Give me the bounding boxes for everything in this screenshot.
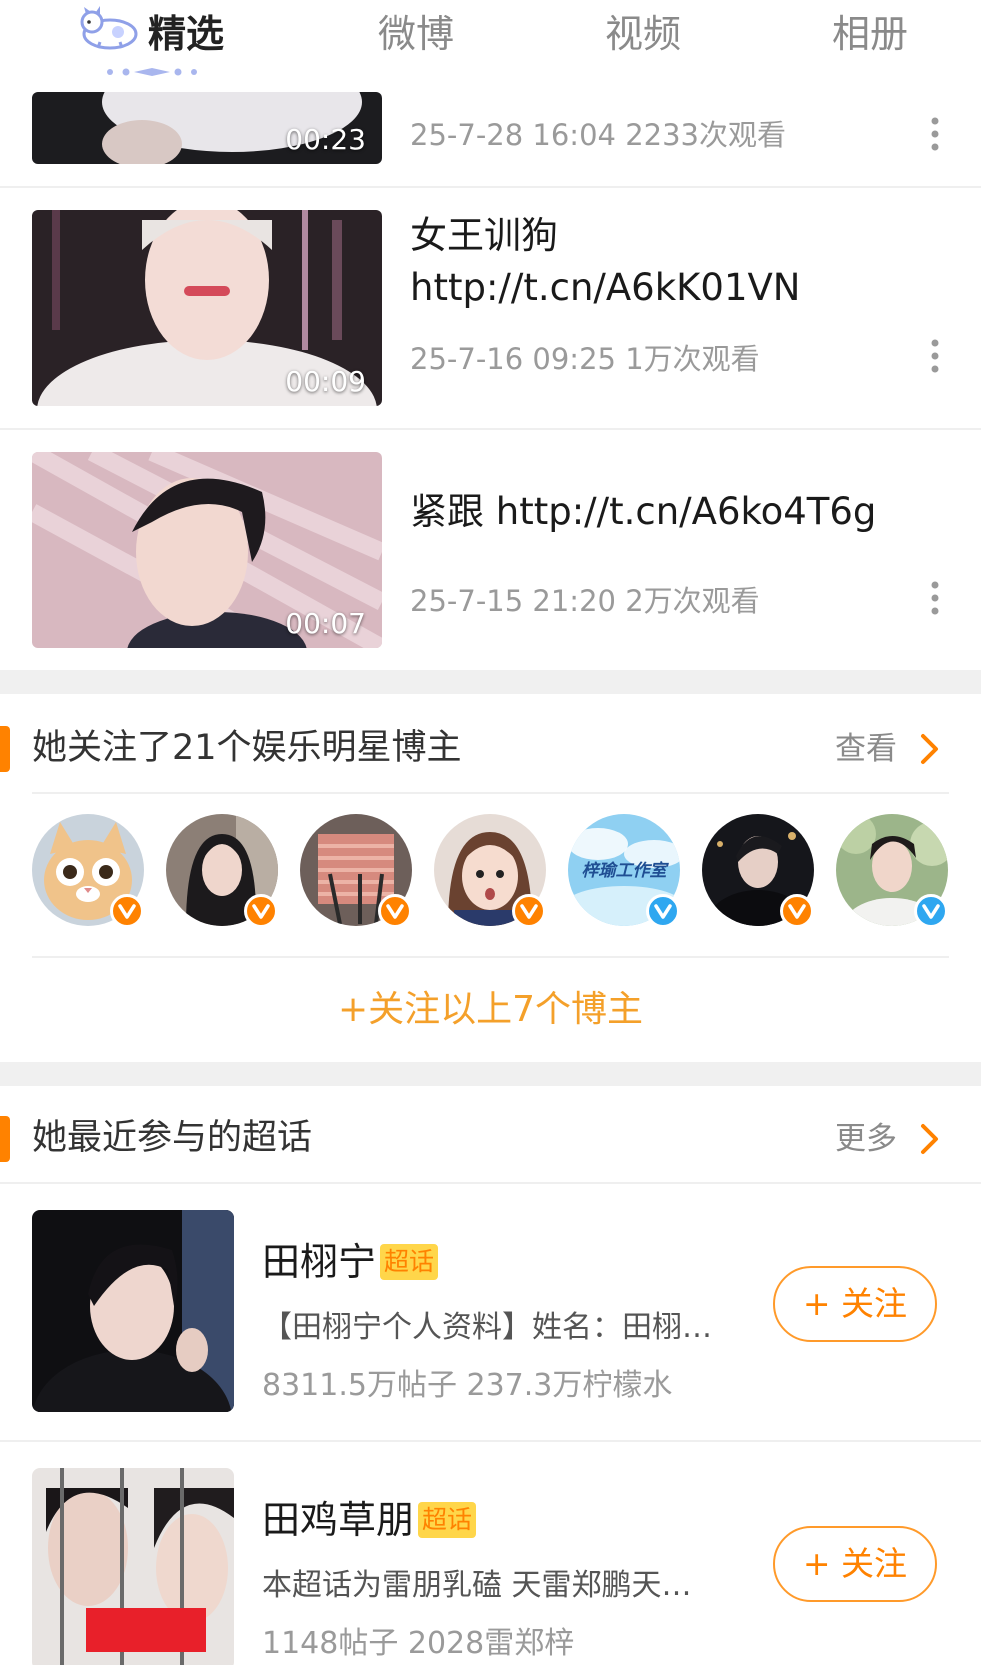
- topic-name[interactable]: 田鸡草朋: [262, 1498, 414, 1542]
- chevron-right-icon[interactable]: [919, 732, 941, 766]
- vip-verified-badge: [110, 894, 144, 928]
- video-duration: 00:23: [285, 123, 366, 156]
- follow-topic-button[interactable]: + 关注: [773, 1266, 937, 1342]
- vip-verified-badge: [244, 894, 278, 928]
- topics-section-title: 她最近参与的超话: [32, 1118, 313, 1158]
- topic-stats: 1148帖子 2028雷郑梓: [262, 1626, 575, 1661]
- chevron-right-icon[interactable]: [919, 1122, 941, 1156]
- tab-weibo[interactable]: 微博: [378, 6, 454, 62]
- mascot-icon: [80, 6, 138, 50]
- tab-video[interactable]: 视频: [605, 6, 681, 62]
- super-topic-badge: 超话: [380, 1243, 439, 1280]
- divider: [32, 792, 949, 794]
- following-avatars: 梓瑜工作室: [0, 814, 981, 944]
- super-topic-item[interactable]: 田鸡草朋 超话 本超话为雷朋乳磕 天雷郑鹏天… 1148帖子 2028雷郑梓 + …: [0, 1442, 981, 1665]
- more-options-icon[interactable]: [929, 116, 941, 152]
- tab-active-indicator: [107, 68, 197, 76]
- more-options-icon[interactable]: [929, 338, 941, 374]
- topic-thumbnail[interactable]: [32, 1210, 234, 1412]
- section-gap: [0, 670, 981, 694]
- verified-badge: [646, 894, 680, 928]
- section-accent: [0, 726, 10, 772]
- super-topic-item[interactable]: 田栩宁 超话 【田栩宁个人资料】姓名：田栩… 8311.5万帖子 237.3万柠檬…: [0, 1184, 981, 1440]
- follow-all-button[interactable]: +关注以上7个博主: [0, 980, 981, 1032]
- follow-topic-button[interactable]: + 关注: [773, 1526, 937, 1602]
- divider: [32, 956, 949, 958]
- topic-thumbnail[interactable]: [32, 1468, 234, 1665]
- video-duration: 00:07: [285, 607, 366, 640]
- topic-description: 本超话为雷朋乳磕 天雷郑鹏天…: [262, 1568, 692, 1603]
- video-item[interactable]: 00:23 25-7-28 16:04 2233次观看: [0, 92, 981, 186]
- more-options-icon[interactable]: [929, 580, 941, 616]
- more-topics-link[interactable]: 更多: [835, 1116, 897, 1162]
- tab-featured[interactable]: 精选: [148, 6, 224, 62]
- video-meta: 25-7-15 21:20 2万次观看: [410, 584, 760, 618]
- video-item[interactable]: 00:07 紧跟 http://t.cn/A6ko4T6g 25-7-15 21…: [0, 430, 981, 670]
- following-section-header: 她关注了21个娱乐明星博主 查看: [0, 704, 981, 792]
- section-gap: [0, 1062, 981, 1086]
- topic-name-line: 田鸡草朋 超话: [262, 1494, 477, 1546]
- video-meta: 25-7-16 09:25 1万次观看: [410, 342, 760, 376]
- view-following-link[interactable]: 查看: [835, 726, 897, 772]
- video-title[interactable]: 女王训狗 http://t.cn/A6kK01VN: [410, 210, 950, 314]
- avatar-logo-text: 梓瑜工作室: [581, 861, 667, 881]
- topic-name[interactable]: 田栩宁: [262, 1240, 376, 1284]
- topic-description: 【田栩宁个人资料】姓名：田栩…: [262, 1310, 712, 1345]
- topic-stats: 8311.5万帖子 237.3万柠檬水: [262, 1368, 673, 1403]
- tab-bar: 精选 微博 视频 相册: [0, 0, 981, 92]
- topics-section-header: 她最近参与的超话 更多: [0, 1094, 981, 1182]
- following-section-title: 她关注了21个娱乐明星博主: [32, 728, 462, 768]
- video-title[interactable]: 紧跟 http://t.cn/A6ko4T6g: [410, 486, 950, 538]
- video-thumbnail[interactable]: 00:23: [32, 92, 382, 164]
- video-thumbnail[interactable]: 00:09: [32, 210, 382, 406]
- video-item[interactable]: 00:09 女王训狗 http://t.cn/A6kK01VN 25-7-16 …: [0, 188, 981, 428]
- verified-badge: [914, 894, 948, 928]
- super-topic-badge: 超话: [418, 1501, 477, 1538]
- video-thumbnail[interactable]: 00:07: [32, 452, 382, 648]
- video-meta: 25-7-28 16:04 2233次观看: [410, 118, 786, 152]
- profile-page: 精选 微博 视频 相册 00:23 25-7-28 16:04 2233次观看: [0, 0, 981, 1665]
- topic-name-line: 田栩宁 超话: [262, 1236, 439, 1288]
- vip-verified-badge: [378, 894, 412, 928]
- vip-verified-badge: [512, 894, 546, 928]
- video-duration: 00:09: [285, 365, 366, 398]
- tab-album[interactable]: 相册: [832, 6, 908, 62]
- section-accent: [0, 1116, 10, 1162]
- vip-verified-badge: [780, 894, 814, 928]
